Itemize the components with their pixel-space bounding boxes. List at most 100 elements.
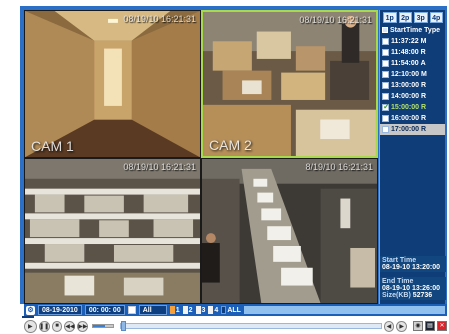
pause-icon[interactable]: ❚❚ xyxy=(38,320,50,332)
layout-1p-button[interactable]: 1p xyxy=(383,12,397,23)
record-type: R xyxy=(420,49,426,56)
step-back-icon[interactable]: ◀ xyxy=(383,320,395,332)
seek-handle[interactable] xyxy=(120,321,126,331)
seek-bar[interactable] xyxy=(119,321,382,331)
channel-3-label: 3 xyxy=(201,306,206,314)
record-item[interactable]: 11:54:00 A xyxy=(380,58,445,69)
record-time: 11:48:00 xyxy=(391,49,419,56)
camera-view-3[interactable]: 08/19/10 16:21:31 xyxy=(24,158,201,304)
record-type: M xyxy=(420,38,427,45)
record-item-selected[interactable]: 17:00:00 R xyxy=(380,124,445,135)
all-channels-indicator xyxy=(221,306,227,314)
transport-bar: ▶ ❚❚ ■ ◀◀ ▶▶ ◀ ▶ ◉ ▤ ✕ xyxy=(24,318,447,334)
layout-4p-button[interactable]: 4p xyxy=(429,12,443,23)
record-checkbox[interactable] xyxy=(382,49,389,56)
record-type: M xyxy=(421,71,427,78)
end-time-label: End Time xyxy=(382,278,414,285)
record-checkbox[interactable] xyxy=(382,93,389,100)
record-time: 14:00:00 xyxy=(391,93,420,100)
record-time: 16:00:00 xyxy=(391,115,420,122)
time-field[interactable]: 00: 00: 00 xyxy=(84,305,125,315)
record-type: R xyxy=(421,115,427,122)
rewind-icon[interactable]: ◀◀ xyxy=(64,320,76,332)
channel-1-toggle[interactable]: 1 xyxy=(169,306,180,314)
step-forward-icon[interactable]: ▶ xyxy=(396,320,407,332)
start-time-value: 08-19-10 13:20:00 xyxy=(382,264,440,271)
record-item[interactable]: 11:37:22 M xyxy=(380,36,445,47)
record-time: 17:00:00 xyxy=(391,126,420,133)
channel-1-indicator xyxy=(169,306,175,314)
stop-icon[interactable]: ■ xyxy=(51,320,63,332)
camera-3-timestamp: 08/19/10 16:21:31 xyxy=(123,162,196,172)
layout-2p-button[interactable]: 2p xyxy=(398,12,412,23)
channel-2-indicator xyxy=(182,306,188,314)
record-time: 12:10:00 xyxy=(391,71,420,78)
camera-view-1[interactable]: 08/19/10 16:21:31 CAM 1 xyxy=(24,10,201,158)
search-control-bar: ⚙ 08-19-2010 00: 00: 00 All 1 2 3 4 ALL xyxy=(24,304,447,316)
all-channels-toggle[interactable]: ALL xyxy=(221,306,241,314)
start-time-column[interactable]: StartTime xyxy=(390,27,422,34)
type-column[interactable]: Type xyxy=(424,27,440,34)
fast-forward-icon[interactable]: ▶▶ xyxy=(77,320,89,332)
all-dropdown[interactable]: All xyxy=(138,305,167,315)
record-time: 15:00:00 xyxy=(391,104,420,111)
snapshot-icon[interactable]: ◉ xyxy=(412,321,423,331)
camera-view-2[interactable]: 08/19/10 16:21:31 CAM 2 xyxy=(201,10,378,158)
record-checkbox[interactable] xyxy=(382,115,389,122)
end-time-value: 08-19-10 13:26:00 xyxy=(382,285,440,292)
record-type: R xyxy=(421,104,427,111)
all-checkbox[interactable] xyxy=(127,306,136,314)
channel-4-toggle[interactable]: 4 xyxy=(208,306,218,314)
volume-slider[interactable] xyxy=(92,324,114,328)
playback-panel: 1p 2p 3p 4p StartTime Type 11:37:22 M 11:… xyxy=(379,10,446,306)
camera-3-image xyxy=(25,159,200,303)
size-label: Size(KB) xyxy=(382,292,411,299)
play-icon[interactable]: ▶ xyxy=(24,319,37,333)
channel-4-indicator xyxy=(208,306,214,314)
record-list: 11:37:22 M 11:48:00 R 11:54:00 A 12:10:00 M … xyxy=(380,36,445,135)
record-item[interactable]: 14:00:00 R xyxy=(380,91,445,102)
camera-4-image xyxy=(202,159,377,303)
record-item[interactable]: 11:48:00 R xyxy=(380,47,445,58)
record-item[interactable]: 12:10:00 M xyxy=(380,69,445,80)
record-checkbox[interactable] xyxy=(382,71,389,78)
date-field[interactable]: 08-19-2010 xyxy=(38,305,82,315)
record-checkbox[interactable] xyxy=(382,126,389,133)
record-checkbox[interactable] xyxy=(382,60,389,67)
channel-2-toggle[interactable]: 2 xyxy=(182,306,193,314)
record-type: R xyxy=(421,82,427,89)
record-checkbox[interactable] xyxy=(382,82,389,89)
record-type: R xyxy=(421,93,427,100)
channel-3-indicator xyxy=(195,306,201,314)
record-time: 11:37:22 xyxy=(391,38,419,45)
camera-1-timestamp: 08/19/10 16:21:31 xyxy=(123,14,196,24)
camera-1-image xyxy=(25,11,200,157)
record-item[interactable]: 13:00:00 R xyxy=(380,80,445,91)
record-type: R xyxy=(421,126,427,133)
all-channels-label: ALL xyxy=(227,306,241,314)
record-time: 13:00:00 xyxy=(391,82,420,89)
list-icon xyxy=(382,27,388,33)
record-item[interactable]: 16:00:00 R xyxy=(380,113,445,124)
gear-icon[interactable]: ⚙ xyxy=(26,305,35,315)
channel-2-label: 2 xyxy=(188,306,193,314)
camera-2-label: CAM 2 xyxy=(209,137,252,153)
camera-view-4[interactable]: 8/19/10 16:21:31 xyxy=(201,158,378,304)
record-time: 11:54:00 xyxy=(391,60,419,67)
record-item-playing[interactable]: 15:00:00R xyxy=(380,102,445,113)
exit-icon[interactable]: ✕ xyxy=(436,321,447,331)
start-time-info: Start Time 08-19-10 13:20:00 xyxy=(380,256,446,272)
record-list-header: StartTime Type xyxy=(380,25,445,35)
camera-1-label: CAM 1 xyxy=(31,138,74,154)
size-value: 52736 xyxy=(412,292,433,299)
record-checkbox[interactable] xyxy=(382,38,389,45)
record-checkbox-checked[interactable] xyxy=(382,102,390,111)
channel-4-label: 4 xyxy=(214,306,219,314)
timeline-track[interactable] xyxy=(243,306,445,314)
layout-selector: 1p 2p 3p 4p xyxy=(380,10,445,25)
channel-3-toggle[interactable]: 3 xyxy=(195,306,206,314)
start-time-label: Start Time xyxy=(382,257,417,264)
layout-3p-button[interactable]: 3p xyxy=(414,12,428,23)
camera-2-timestamp: 08/19/10 16:21:31 xyxy=(299,15,372,25)
backup-icon[interactable]: ▤ xyxy=(424,321,435,331)
